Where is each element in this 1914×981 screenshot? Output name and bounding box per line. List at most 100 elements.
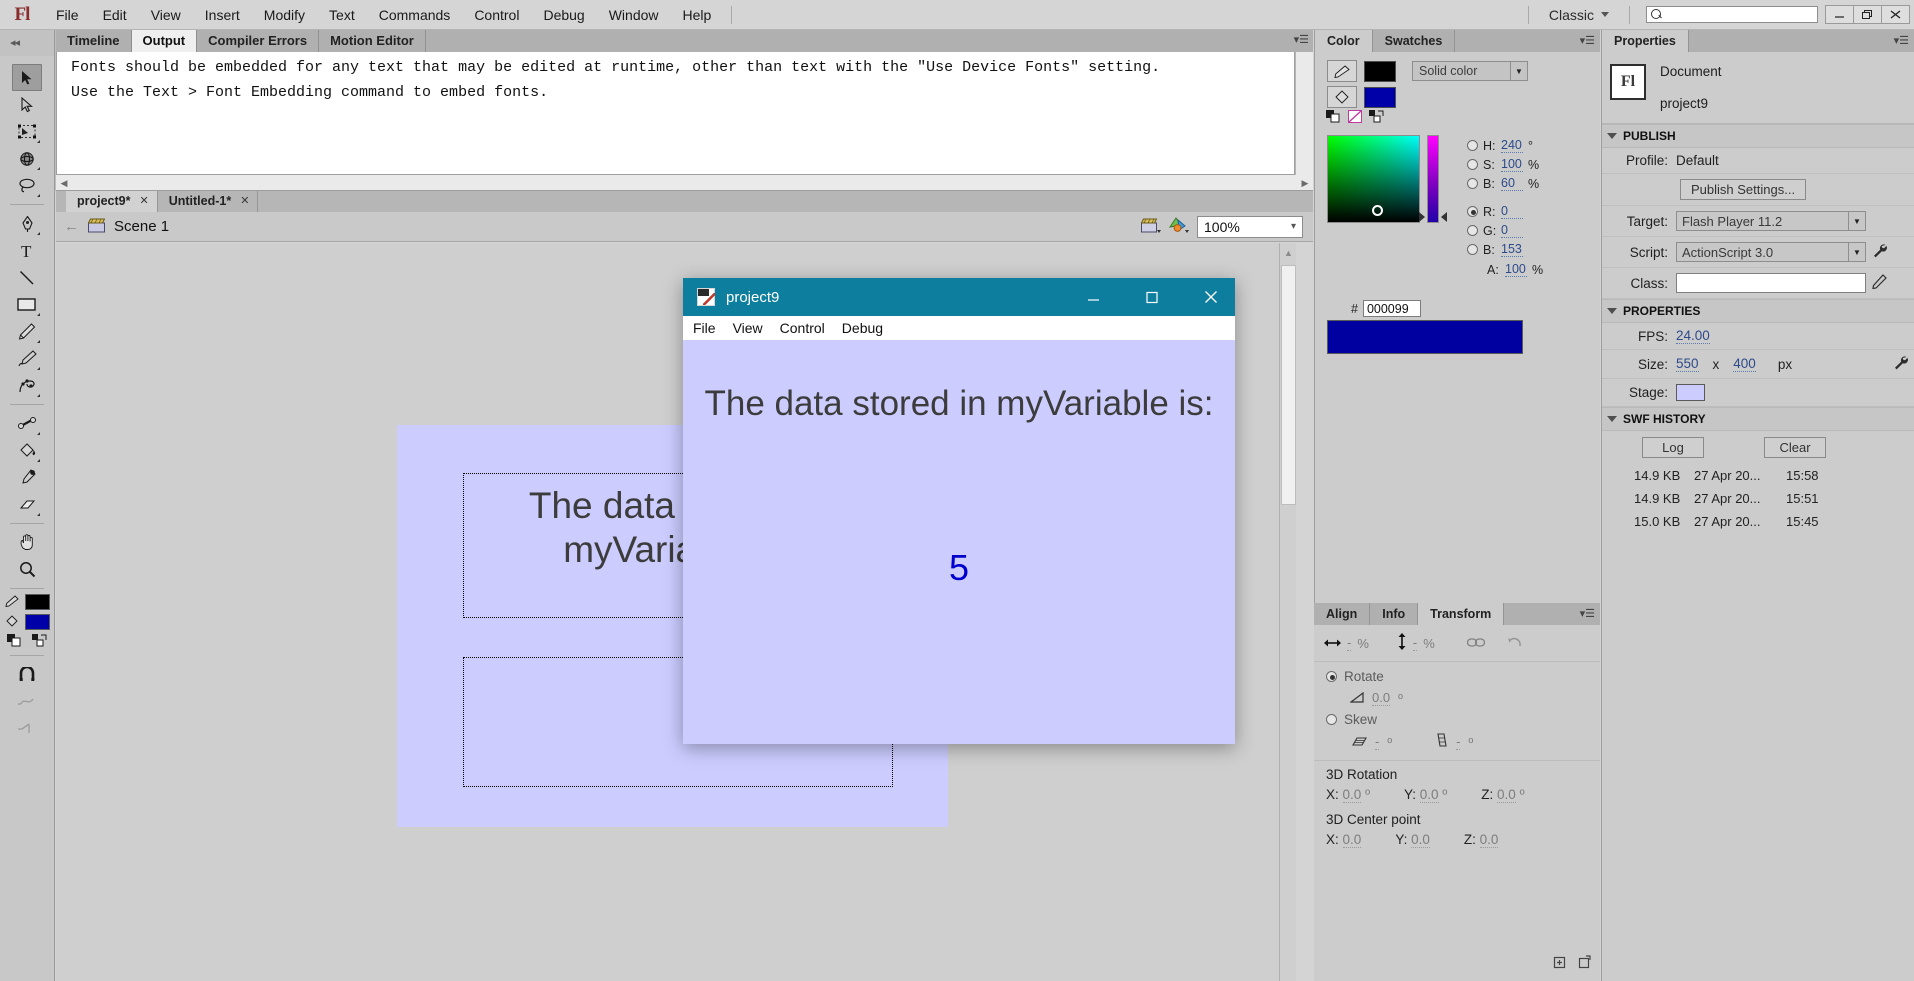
black-and-white-icon[interactable] [6, 634, 22, 650]
swf-history-section-header[interactable]: SWF HISTORY [1602, 407, 1914, 431]
rotate-value[interactable]: 0.0 [1372, 690, 1391, 706]
stroke-color-swatch[interactable] [1364, 60, 1396, 82]
channel-red[interactable]: R: 0 [1467, 204, 1528, 219]
close-icon[interactable]: ✕ [240, 191, 249, 212]
3d-rot-y-value[interactable]: 0.0 [1419, 787, 1439, 803]
stage-scroll-thumb[interactable] [1281, 265, 1296, 505]
channel-value[interactable]: 0 [1501, 204, 1523, 219]
fp-menu-file[interactable]: File [693, 320, 716, 336]
free-transform-tool[interactable] [12, 118, 42, 145]
channel-blue[interactable]: B: 153 [1467, 242, 1528, 257]
swf-history-row[interactable]: 14.9 KB 27 Apr 20... 15:51 [1602, 487, 1914, 510]
output-vertical-scrollbar[interactable] [1295, 52, 1313, 175]
script-settings-wrench-icon[interactable] [1872, 243, 1887, 261]
swap-colors-icon[interactable] [31, 634, 48, 650]
radio-icon[interactable] [1467, 178, 1478, 189]
flash-player-close-button[interactable] [1187, 278, 1235, 316]
selection-tool[interactable] [12, 64, 42, 91]
scroll-left-icon[interactable]: ◀ [56, 175, 72, 191]
brush-tool[interactable] [12, 345, 42, 372]
channel-value[interactable]: 240 [1501, 138, 1523, 153]
color-picker-cursor[interactable] [1372, 205, 1383, 216]
menu-window[interactable]: Window [597, 0, 671, 30]
tab-info[interactable]: Info [1370, 603, 1419, 625]
duplicate-transform-icon[interactable] [1552, 955, 1567, 973]
document-tab-untitled-1[interactable]: Untitled-1* ✕ [157, 191, 259, 212]
fill-color-swatch[interactable] [24, 614, 50, 630]
channel-value[interactable]: 60 [1501, 176, 1523, 191]
hue-slider[interactable] [1427, 135, 1439, 223]
hand-tool[interactable] [12, 529, 42, 556]
skew-horizontal-value[interactable]: - [1375, 734, 1380, 750]
tab-motion-editor[interactable]: Motion Editor [319, 30, 426, 52]
radio-icon[interactable] [1467, 225, 1478, 236]
scale-height-value[interactable]: - [1412, 635, 1418, 651]
snap-to-objects-icon[interactable] [12, 661, 42, 688]
zoom-level-select[interactable]: 100% ▾ [1197, 215, 1303, 238]
fps-value[interactable]: 24.00 [1676, 328, 1710, 344]
close-icon[interactable]: ✕ [140, 191, 149, 212]
window-close-button[interactable] [1881, 5, 1910, 24]
tab-swatches[interactable]: Swatches [1372, 30, 1456, 52]
saturation-brightness-picker[interactable] [1327, 135, 1420, 223]
stroke-color-row[interactable] [0, 594, 54, 610]
channel-green[interactable]: G: 0 [1467, 223, 1528, 238]
fill-color-control[interactable] [1327, 86, 1396, 108]
window-restore-button[interactable] [1853, 5, 1882, 24]
flash-player-window[interactable]: project9 File View Control Debug The dat… [683, 278, 1235, 744]
stroke-color-swatch[interactable] [24, 594, 50, 610]
3d-rot-z-value[interactable]: 0.0 [1497, 787, 1516, 803]
3d-rot-x-value[interactable]: 0.0 [1342, 787, 1362, 803]
eraser-tool[interactable] [12, 491, 42, 518]
window-minimize-button[interactable] [1825, 5, 1854, 24]
reset-transform-icon[interactable] [1506, 635, 1523, 652]
scroll-right-icon[interactable]: ▶ [1297, 175, 1313, 191]
radio-icon[interactable] [1467, 159, 1478, 170]
log-button[interactable]: Log [1642, 437, 1704, 458]
channel-saturation[interactable]: S: 100 % [1467, 157, 1539, 172]
swf-history-row[interactable]: 14.9 KB 27 Apr 20... 15:58 [1602, 464, 1914, 487]
fill-color-swatch[interactable] [1364, 86, 1396, 108]
tab-properties[interactable]: Properties [1602, 30, 1689, 52]
radio-icon[interactable] [1326, 714, 1337, 725]
black-and-white-icon[interactable] [1326, 110, 1341, 126]
document-tab-project9[interactable]: project9* ✕ [66, 191, 158, 212]
tab-color[interactable]: Color [1315, 30, 1373, 52]
radio-icon[interactable] [1326, 671, 1337, 682]
constrain-link-icon[interactable] [1466, 636, 1486, 651]
menu-help[interactable]: Help [671, 0, 724, 30]
flash-player-titlebar[interactable]: project9 [683, 278, 1235, 316]
menu-view[interactable]: View [139, 0, 193, 30]
skew-vertical-value[interactable]: - [1456, 734, 1461, 750]
bone-tool[interactable] [12, 410, 42, 437]
channel-value[interactable]: 153 [1501, 242, 1523, 257]
eyedropper-tool[interactable] [12, 464, 42, 491]
swap-colors-icon[interactable] [1369, 110, 1385, 126]
menu-text[interactable]: Text [317, 0, 367, 30]
stage-color-swatch[interactable] [1676, 384, 1705, 401]
menu-commands[interactable]: Commands [367, 0, 463, 30]
flash-player-minimize-button[interactable] [1069, 278, 1117, 316]
output-text-area[interactable]: Fonts should be embedded for any text th… [56, 52, 1295, 175]
channel-alpha[interactable]: A: 100 % [1487, 262, 1543, 277]
paint-bucket-fill-icon[interactable] [1327, 86, 1357, 108]
deco-tool[interactable] [12, 372, 42, 399]
no-color-icon[interactable] [1348, 110, 1362, 126]
tab-output[interactable]: Output [131, 30, 198, 52]
pencil-stroke-icon[interactable] [1327, 60, 1357, 82]
panel-options-menu-icon[interactable]: ▾☰ [1580, 607, 1595, 620]
workspace-switcher[interactable]: Classic [1537, 7, 1621, 23]
tab-timeline[interactable]: Timeline [56, 30, 132, 52]
rectangle-tool[interactable] [12, 291, 42, 318]
3d-ctr-x-value[interactable]: 0.0 [1342, 832, 1362, 848]
fp-menu-view[interactable]: View [733, 320, 763, 336]
fill-type-select[interactable]: Solid color ▼ [1412, 61, 1528, 81]
radio-icon[interactable] [1467, 244, 1478, 255]
fill-color-row[interactable] [0, 614, 54, 630]
scroll-up-icon[interactable]: ▲ [1281, 245, 1296, 261]
3d-ctr-z-value[interactable]: 0.0 [1479, 832, 1499, 848]
publish-settings-button[interactable]: Publish Settings... [1680, 179, 1807, 200]
collapse-left-icon[interactable]: ◂◂ [10, 36, 20, 49]
tab-compiler-errors[interactable]: Compiler Errors [197, 30, 320, 52]
zoom-tool[interactable] [12, 556, 42, 583]
